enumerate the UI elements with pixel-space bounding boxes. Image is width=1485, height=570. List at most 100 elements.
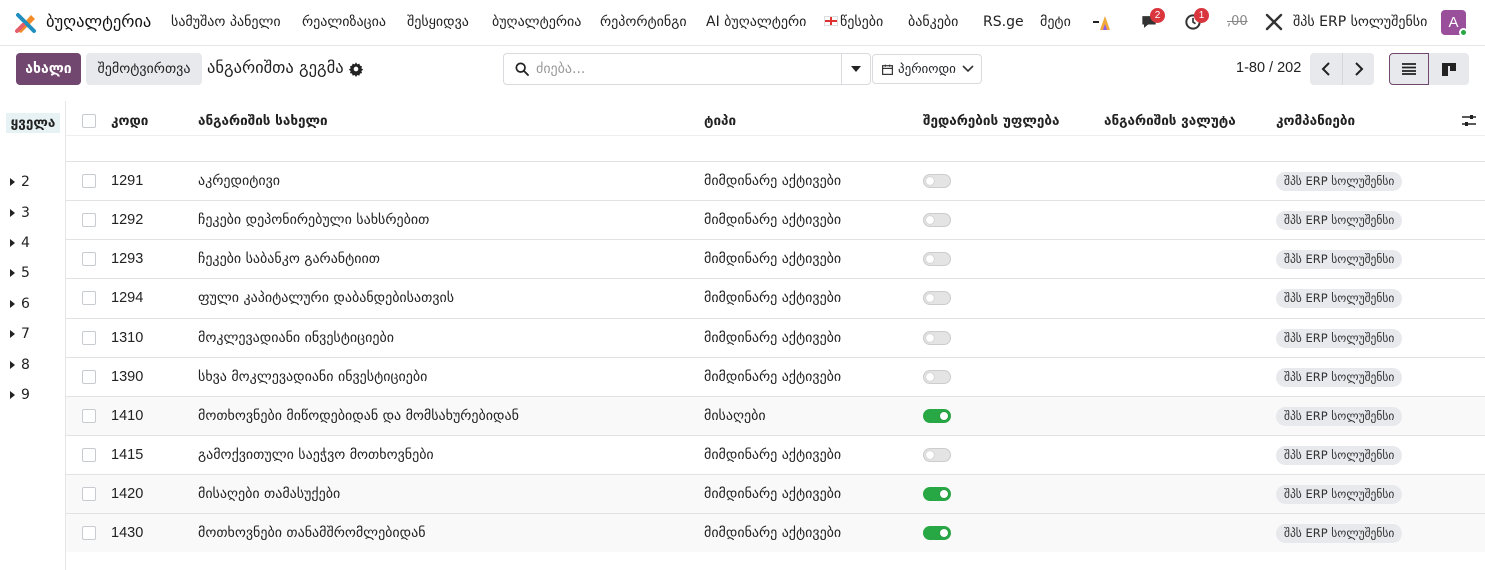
search-options-toggle[interactable]: [841, 54, 870, 84]
row-checkbox[interactable]: [82, 370, 96, 384]
app-logo-icon[interactable]: [14, 11, 38, 35]
reconcile-toggle[interactable]: [923, 252, 951, 266]
sidebar-group-4[interactable]: 4: [10, 235, 30, 251]
row-checkbox[interactable]: [82, 174, 96, 188]
reconcile-toggle[interactable]: [923, 448, 951, 462]
row-checkbox[interactable]: [82, 448, 96, 462]
menu-accounting[interactable]: ბუღალტერია: [492, 14, 581, 30]
menu-ai-accountant[interactable]: AI ბუღალტერი: [706, 14, 806, 30]
caret-right-icon: [10, 269, 15, 277]
menu-reporting[interactable]: რეპორტინგი: [600, 14, 687, 30]
row-checkbox[interactable]: [82, 331, 96, 345]
row-checkbox[interactable]: [82, 291, 96, 305]
search-input[interactable]: [536, 57, 836, 81]
table-header: კოდი ანგარიშის სახელი ტიპი შედარების უფლ…: [66, 101, 1485, 136]
column-settings-icon[interactable]: [1461, 113, 1477, 129]
row-checkbox[interactable]: [82, 487, 96, 501]
list-view-button[interactable]: [1389, 53, 1429, 85]
reconcile-toggle[interactable]: [923, 291, 951, 305]
table-row[interactable]: 1390 სხვა მოკლევადიანი ინვესტიციები მიმდ…: [66, 357, 1485, 396]
account-code: 1310: [111, 330, 144, 346]
sidebar-group-7[interactable]: 7: [10, 326, 30, 342]
caret-down-icon: [851, 66, 861, 72]
new-button[interactable]: ახალი: [16, 53, 81, 85]
account-type: მიმდინარე აქტივები: [704, 525, 842, 541]
reconcile-toggle[interactable]: [923, 213, 951, 227]
menu-rsge[interactable]: RS.ge: [983, 14, 1024, 30]
pager-next-button[interactable]: [1342, 53, 1374, 85]
activities-clock-icon[interactable]: 1: [1181, 8, 1209, 34]
kanban-view-button[interactable]: [1429, 53, 1469, 85]
chevron-left-icon: [1321, 62, 1330, 76]
table-row[interactable]: 1292 ჩეკები დეპონირებული სახსრებით მიმდი…: [66, 200, 1485, 239]
struck-amount: ,00: [1227, 14, 1248, 29]
row-checkbox[interactable]: [82, 409, 96, 423]
table-row[interactable]: 1310 მოკლევადიანი ინვესტიციები მიმდინარე…: [66, 318, 1485, 357]
column-header-name[interactable]: ანგარიშის სახელი: [198, 113, 328, 129]
menu-rules[interactable]: წესები: [824, 14, 883, 30]
account-type: მიმდინარე აქტივები: [704, 173, 842, 189]
sidebar-group-3[interactable]: 3: [10, 205, 30, 221]
account-type: მიმდინარე აქტივები: [704, 251, 842, 267]
table-row[interactable]: 1291 აკრედიტივი მიმდინარე აქტივები შპს E…: [66, 161, 1485, 200]
account-code: 1294: [111, 290, 144, 306]
menu-purchase[interactable]: შესყიდვა: [407, 14, 469, 30]
reconcile-toggle[interactable]: [923, 174, 951, 188]
reconcile-toggle[interactable]: [923, 370, 951, 384]
company-tag: შპს ERP სოლუშენსი: [1276, 289, 1403, 308]
ai-sparkle-icon[interactable]: [1090, 10, 1114, 34]
pager-previous-button[interactable]: [1310, 53, 1342, 85]
sidebar-group-8[interactable]: 8: [10, 357, 30, 373]
company-tag: შპს ERP სოლუშენსი: [1276, 211, 1403, 230]
app-title[interactable]: ბუღალტერია: [46, 12, 151, 31]
column-header-reconcile[interactable]: შედარების უფლება: [923, 113, 1059, 129]
reconcile-toggle[interactable]: [923, 526, 951, 540]
messages-icon[interactable]: 2: [1137, 8, 1165, 34]
row-checkbox[interactable]: [82, 526, 96, 540]
search-icon: [515, 62, 529, 76]
account-name: ჩეკები დეპონირებული სახსრებით: [198, 212, 430, 228]
account-type: მიმდინარე აქტივები: [704, 290, 842, 306]
reconcile-toggle[interactable]: [923, 409, 951, 423]
select-all-checkbox[interactable]: [82, 114, 96, 128]
table-row[interactable]: 1430 მოთხოვნები თანამშრომლებიდან მიმდინა…: [66, 513, 1485, 552]
table-row[interactable]: 1294 ფული კაპიტალური დაბანდებისათვის მიმ…: [66, 278, 1485, 317]
table-row[interactable]: 1415 გამოქვითული საეჭვო მოთხოვნები მიმდი…: [66, 435, 1485, 474]
sidebar-item-all[interactable]: ყველა: [6, 113, 60, 133]
pager-value[interactable]: 1-80 / 202: [1236, 60, 1301, 76]
reconcile-toggle[interactable]: [923, 331, 951, 345]
sidebar-group-label: 3: [21, 205, 30, 221]
row-checkbox[interactable]: [82, 252, 96, 266]
caret-right-icon: [10, 391, 15, 399]
sidebar-group-2[interactable]: 2: [10, 174, 30, 190]
period-filter-button[interactable]: პერიოდი: [872, 54, 982, 84]
caret-right-icon: [10, 209, 15, 217]
account-code: 1292: [111, 212, 144, 228]
column-header-companies[interactable]: კომპანიები: [1276, 113, 1355, 129]
sidebar-group-6[interactable]: 6: [10, 296, 30, 312]
sidebar-group-5[interactable]: 5: [10, 265, 30, 281]
menu-dashboard[interactable]: სამუშაო პანელი: [171, 14, 281, 30]
menu-sales[interactable]: რეალიზაცია: [302, 14, 386, 30]
column-header-code[interactable]: კოდი: [111, 113, 148, 129]
page-title: ანგარიშთა გეგმა: [207, 58, 344, 77]
gear-icon[interactable]: [348, 61, 364, 77]
reconcile-toggle[interactable]: [923, 487, 951, 501]
kanban-view-icon: [1442, 62, 1456, 76]
table-row[interactable]: 1420 მისაღები თამასუქები მიმდინარე აქტივ…: [66, 474, 1485, 513]
menu-more[interactable]: მეტი: [1040, 14, 1071, 30]
column-header-type[interactable]: ტიპი: [704, 113, 736, 129]
tools-icon[interactable]: [1262, 10, 1286, 34]
import-button[interactable]: შემოტვირთვა: [86, 53, 202, 85]
table-row[interactable]: 1410 მოთხოვნები მიწოდებიდან და მომსახურე…: [66, 396, 1485, 435]
sidebar-group-label: 9: [21, 387, 30, 403]
company-tag: შპს ERP სოლუშენსი: [1276, 407, 1403, 426]
account-code: 1430: [111, 525, 144, 541]
list-view-icon: [1402, 63, 1416, 75]
row-checkbox[interactable]: [82, 213, 96, 227]
company-switcher[interactable]: შპს ERP სოლუშენსი: [1293, 14, 1427, 30]
column-header-currency[interactable]: ანგარიშის ვალუტა: [1104, 113, 1236, 129]
sidebar-group-9[interactable]: 9: [10, 387, 30, 403]
table-row[interactable]: 1293 ჩეკები საბანკო გარანტიით მიმდინარე …: [66, 239, 1485, 278]
menu-banks[interactable]: ბანკები: [908, 14, 958, 30]
